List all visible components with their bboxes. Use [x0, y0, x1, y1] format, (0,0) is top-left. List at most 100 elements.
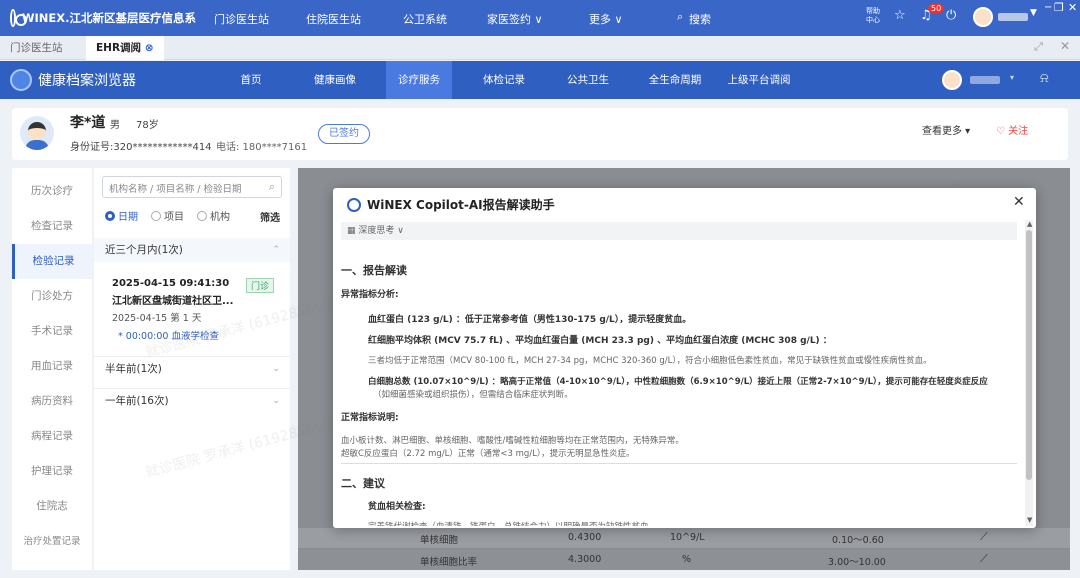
trend-chart-icon[interactable]: ⟋	[980, 552, 988, 566]
app-header: 健康档案浏览器 首页 健康画像 诊疗服务 体检记录 公共卫生 全生命周期 上级平…	[0, 61, 1080, 99]
scroll-down-icon[interactable]: ▼	[1027, 516, 1032, 524]
search-icon[interactable]: ⌕	[269, 180, 275, 194]
filter-search-input[interactable]: 机构名称 / 项目名称 / 检验日期 ⌕	[102, 176, 282, 198]
normal-note: 超敏C反应蛋白（2.72 mg/L）正常（通常<3 mg/L），提示无明显急性炎…	[341, 449, 635, 459]
record-item-link[interactable]: * 00:00:00 血液学检查	[118, 328, 219, 342]
deep-thinking-label: 深度思考 ∨	[358, 226, 404, 236]
subheading: 异常指标分析:	[341, 290, 399, 300]
chevron-down-icon: ⌄	[272, 396, 280, 406]
nav-search[interactable]: 搜索	[689, 11, 711, 27]
sidebar-item-treatment[interactable]: 治疗处置记录	[12, 524, 92, 559]
nav-outpatient[interactable]: 门诊医生站	[214, 11, 269, 27]
radio-date[interactable]: 日期	[105, 208, 138, 223]
tab-outpatient[interactable]: 门诊医生站	[0, 36, 73, 60]
table-row: 单核细胞比率 4.3000 % 3.00～10.00 ⟋	[298, 550, 1070, 570]
scroll-up-icon[interactable]: ▲	[1027, 220, 1032, 228]
group-one-year[interactable]: 一年前(16次) ⌄	[94, 388, 290, 412]
notice-badge: 50	[928, 4, 945, 13]
app-title-group: 健康档案浏览器	[10, 69, 136, 91]
power-icon[interactable]: ⏻	[946, 8, 956, 23]
copilot-logo-icon	[347, 197, 361, 212]
nav-family-doctor[interactable]: 家医签约 ∨	[487, 11, 543, 27]
sidebar-item-medical-records[interactable]: 病历资料	[12, 384, 92, 419]
patient-card: 李*道 男 78岁 身份证号:320************414 电话: 18…	[12, 108, 1068, 160]
table-cell: 3.00～10.00	[828, 557, 886, 568]
system-logo[interactable]: WINEX.江北新区基层医疗信息系	[10, 9, 196, 27]
trend-chart-icon[interactable]: ⟋	[980, 530, 988, 544]
chevron-down-icon[interactable]: ▼	[1030, 8, 1037, 18]
section-heading: 二、建议	[341, 477, 385, 490]
filter-search-placeholder: 机构名称 / 项目名称 / 检验日期	[109, 184, 242, 195]
sidebar-item-exams[interactable]: 检查记录	[12, 209, 92, 244]
table-row: 单核细胞 0.4300 10^9/L 0.10～0.60 ⟋	[298, 528, 1070, 548]
sidebar-item-lab[interactable]: 检验记录	[12, 244, 92, 279]
menu-clinical-service[interactable]: 诊疗服务	[386, 61, 452, 99]
table-cell: 0.4300	[568, 532, 602, 543]
nav-more[interactable]: 更多 ∨	[589, 11, 623, 27]
group-label: 半年前(1次)	[105, 363, 162, 375]
menu-upper-platform[interactable]: 上级平台调阅	[724, 61, 794, 99]
close-tab-icon[interactable]: ✕	[1060, 39, 1070, 53]
record-org: 江北新区盘城街道社区卫...	[112, 296, 234, 307]
group-last-three-months[interactable]: 近三个月内(1次) ⌃	[94, 238, 290, 262]
scrollbar-thumb[interactable]	[1026, 230, 1032, 480]
follow-label: 关注	[1008, 126, 1029, 137]
menu-home[interactable]: 首页	[226, 61, 276, 99]
app-logo-icon	[10, 69, 32, 91]
normal-note: 血小板计数、淋巴细胞、单核细胞、嗜酸性/嗜碱性粒细胞等均在正常范围内，无特殊异常…	[341, 436, 684, 446]
view-more-button[interactable]: 查看更多 ▾	[922, 122, 970, 137]
patient-phone: 电话: 180****7161	[216, 142, 308, 153]
help-center[interactable]: 帮助中心	[866, 7, 880, 25]
patient-id: 身份证号:320************414	[70, 142, 212, 153]
tab-ehr[interactable]: EHR调阅 ⊗	[86, 36, 164, 60]
table-cell: %	[682, 554, 692, 565]
analysis-detail: 三者均低于正常范围（MCV 80-100 fL，MCH 27-34 pg，MCH…	[368, 356, 932, 366]
tab-close-icon[interactable]: ⊗	[145, 42, 154, 54]
minimize-icon[interactable]: −	[1044, 2, 1052, 13]
sidebar-item-blood[interactable]: 用血记录	[12, 349, 92, 384]
sidebar-item-progress-notes[interactable]: 病程记录	[12, 419, 92, 454]
follow-button[interactable]: ♡ 关注	[996, 122, 1028, 137]
record-day: 2025-04-15 第 1 天	[112, 313, 202, 324]
filter-button[interactable]: 筛选	[260, 209, 280, 224]
user-avatar[interactable]	[973, 7, 993, 27]
sidebar-item-admission[interactable]: 住院志	[12, 489, 92, 524]
nav-inpatient[interactable]: 住院医生站	[306, 11, 361, 27]
menu-checkup[interactable]: 体检记录	[474, 61, 534, 99]
menu-public-health[interactable]: 公共卫生	[558, 61, 618, 99]
search-icon[interactable]: ⌕	[677, 10, 683, 24]
sidebar-item-prescriptions[interactable]: 门诊处方	[12, 279, 92, 314]
sidebar-item-nursing[interactable]: 护理记录	[12, 454, 92, 489]
menu-health-portrait[interactable]: 健康画像	[304, 61, 366, 99]
grid-icon: ▦	[347, 226, 356, 236]
suggestion-line: 完善铁代谢检查（血清铁、铁蛋白、总铁结合力）以明确是否为缺铁性贫血。	[368, 520, 657, 526]
lab-record-item[interactable]: 2025-04-15 09:41:30 门诊 江北新区盘城街道社区卫... 20…	[100, 270, 284, 354]
group-label: 一年前(16次)	[105, 395, 169, 407]
sidebar-item-visits[interactable]: 历次诊疗	[12, 174, 92, 209]
menu-lifecycle[interactable]: 全生命周期	[640, 61, 710, 99]
fullscreen-icon[interactable]: ⤢	[1034, 40, 1043, 54]
dialog-title-group: WiNEX Copilot-AI报告解读助手	[347, 196, 555, 213]
deep-thinking-toggle[interactable]: ▦ 深度思考 ∨	[341, 222, 1017, 240]
radio-org[interactable]: 机构	[197, 208, 230, 223]
chevron-down-icon[interactable]: ▾	[1010, 73, 1014, 82]
record-sidebar: 历次诊疗 检查记录 检验记录 门诊处方 手术记录 用血记录 病历资料 病程记录 …	[12, 168, 92, 570]
group-label: 近三个月内(1次)	[105, 244, 183, 256]
notification-bell-icon[interactable]: ⍾	[1040, 71, 1049, 86]
close-window-icon[interactable]: ✕	[1068, 1, 1077, 14]
group-half-year[interactable]: 半年前(1次) ⌄	[94, 356, 290, 380]
star-icon[interactable]: ☆	[894, 8, 906, 23]
doctor-avatar[interactable]	[942, 70, 962, 90]
winex-logo-icon	[10, 9, 27, 27]
sidebar-item-surgery[interactable]: 手术记录	[12, 314, 92, 349]
maximize-icon[interactable]: ❐	[1054, 1, 1064, 14]
heart-icon: ♡	[996, 126, 1005, 137]
filter-panel: 机构名称 / 项目名称 / 检验日期 ⌕ 日期 项目 机构 筛选 近三个月内(1…	[94, 168, 290, 570]
dialog-close-icon[interactable]: ✕	[1013, 194, 1025, 210]
radio-item[interactable]: 项目	[151, 208, 184, 223]
nav-public-health[interactable]: 公卫系统	[403, 11, 447, 27]
subheading: 正常指标说明:	[341, 413, 399, 423]
section-heading: 一、报告解读	[341, 264, 407, 277]
patient-age: 78岁	[136, 120, 159, 131]
analysis-line: 红细胞平均体积 (MCV 75.7 fL) 、平均血红蛋白量 (MCH 23.3…	[368, 336, 832, 346]
